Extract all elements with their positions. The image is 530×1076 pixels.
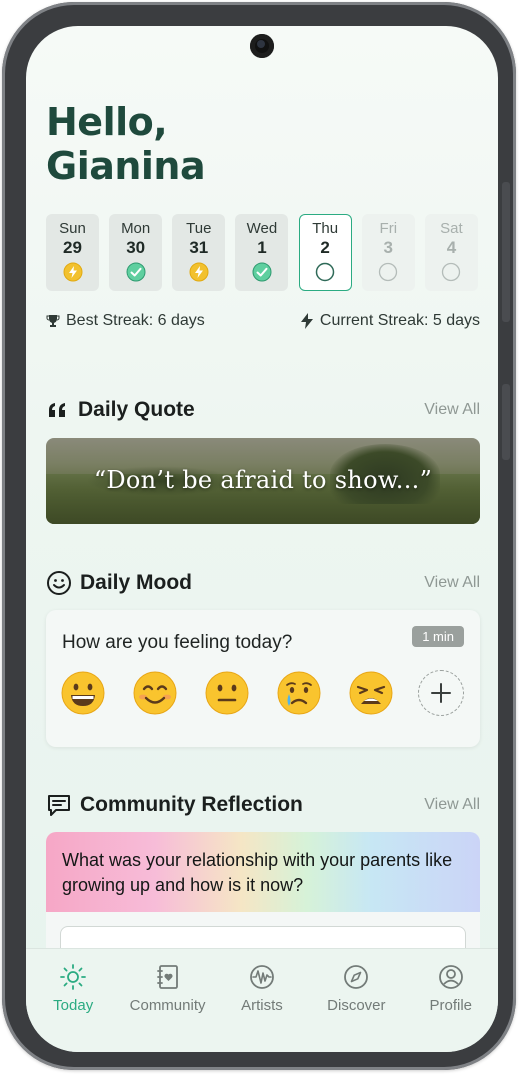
power-button	[502, 384, 510, 460]
daily-quote-label: Daily Quote	[78, 398, 195, 421]
lightning-icon	[300, 313, 313, 329]
neutral-face-icon[interactable]	[204, 670, 250, 716]
mood-options	[60, 670, 464, 716]
weary-face-icon[interactable]	[348, 670, 394, 716]
day-tue[interactable]: Tue 31	[172, 214, 226, 291]
community-title: Community Reflection	[46, 792, 303, 818]
lightning-badge-icon	[189, 262, 209, 282]
day-sat[interactable]: Sat 4	[424, 214, 478, 291]
day-name: Thu	[312, 220, 339, 237]
greeting-title: Hello, Gianina	[46, 100, 206, 188]
check-badge-icon	[252, 262, 272, 282]
best-streak: Best Streak: 6 days	[46, 312, 205, 330]
bottom-tab-bar: Today Community Artists Discover Profile	[26, 948, 498, 1052]
chat-icon	[48, 795, 70, 816]
tab-profile[interactable]: Profile	[406, 963, 496, 1052]
daily-quote-title: Daily Quote	[46, 398, 195, 422]
quote-icon	[49, 403, 65, 417]
day-name: Mon	[121, 220, 151, 237]
empty-circle-icon	[379, 262, 398, 282]
mood-card: How are you feeling today? 1 min	[46, 610, 480, 747]
add-mood-button[interactable]	[418, 670, 464, 716]
front-camera	[250, 34, 274, 58]
day-name: Sat	[440, 220, 463, 237]
volume-button	[502, 182, 510, 322]
day-name: Wed	[246, 220, 278, 237]
mood-question: How are you feeling today?	[62, 632, 293, 653]
daily-mood-label: Daily Mood	[80, 571, 193, 594]
lightning-badge-icon	[63, 262, 82, 282]
tab-today[interactable]: Today	[28, 963, 118, 1052]
trophy-icon	[46, 315, 60, 327]
day-sun[interactable]: Sun 29	[46, 214, 99, 291]
daily-mood-title: Daily Mood	[46, 570, 192, 596]
greeting-line1: Hello,	[46, 100, 168, 144]
day-date: 29	[63, 238, 82, 257]
empty-circle-icon	[315, 262, 335, 282]
best-streak-text: Best Streak: 6 days	[66, 312, 205, 329]
day-date: 4	[446, 238, 457, 257]
compass-icon	[344, 965, 369, 989]
daily-quote-view-all[interactable]: View All	[424, 401, 480, 419]
day-fri[interactable]: Fri 3	[361, 214, 415, 291]
journal-heart-icon	[156, 965, 178, 989]
check-badge-icon	[126, 262, 146, 282]
day-date: 2	[320, 238, 330, 257]
quote-card[interactable]: “Don’t be afraid to show...”	[46, 438, 480, 524]
user-icon	[438, 965, 463, 989]
grinning-face-icon[interactable]	[60, 670, 106, 716]
community-header: Community Reflection View All	[46, 792, 480, 818]
day-wed[interactable]: Wed 1	[235, 214, 289, 291]
time-badge: 1 min	[412, 626, 464, 647]
day-mon[interactable]: Mon 30	[109, 214, 163, 291]
day-date: 31	[189, 238, 209, 257]
day-date: 30	[126, 238, 146, 257]
sun-icon	[60, 964, 87, 990]
tab-label: Profile	[429, 997, 473, 1014]
day-name: Sun	[59, 220, 86, 237]
day-name: Fri	[379, 220, 398, 237]
tab-label: Discover	[327, 997, 386, 1014]
smiley-icon	[47, 571, 71, 595]
daily-quote-header: Daily Quote View All	[46, 398, 480, 422]
tab-discover[interactable]: Discover	[311, 963, 401, 1052]
crying-face-icon[interactable]	[276, 670, 322, 716]
daily-mood-header: Daily Mood View All	[46, 570, 480, 596]
week-strip: Sun 29 Mon 30 Tue 31 Wed 1 Thu 2 Fri 3 S…	[46, 214, 478, 291]
community-view-all[interactable]: View All	[424, 796, 480, 814]
day-date: 1	[257, 238, 267, 257]
day-thu[interactable]: Thu 2	[298, 214, 352, 291]
day-date: 3	[383, 238, 394, 257]
day-name: Tue	[186, 220, 212, 237]
plus-icon	[431, 683, 451, 703]
app-screen: Hello, Gianina Sun 29 Mon 30 Tue 31 Wed …	[26, 26, 498, 1052]
tab-label: Today	[53, 997, 94, 1014]
waveform-icon	[250, 965, 274, 989]
tab-community[interactable]: Community	[123, 963, 213, 1052]
current-streak-text: Current Streak: 5 days	[319, 312, 480, 329]
empty-circle-icon	[442, 262, 461, 282]
community-question: What was your relationship with your par…	[62, 850, 453, 895]
tab-label: Community	[129, 997, 206, 1014]
daily-mood-view-all[interactable]: View All	[424, 574, 480, 592]
streak-row: Best Streak: 6 days Current Streak: 5 da…	[46, 312, 480, 330]
tab-label: Artists	[241, 997, 283, 1014]
community-label: Community Reflection	[80, 793, 303, 816]
current-streak: Current Streak: 5 days	[300, 312, 480, 330]
greeting-name: Gianina	[46, 144, 206, 188]
smiling-face-icon[interactable]	[132, 670, 178, 716]
phone-frame: Hello, Gianina Sun 29 Mon 30 Tue 31 Wed …	[2, 2, 516, 1070]
tab-artists[interactable]: Artists	[217, 963, 307, 1052]
quote-text: “Don’t be afraid to show...”	[93, 466, 433, 494]
